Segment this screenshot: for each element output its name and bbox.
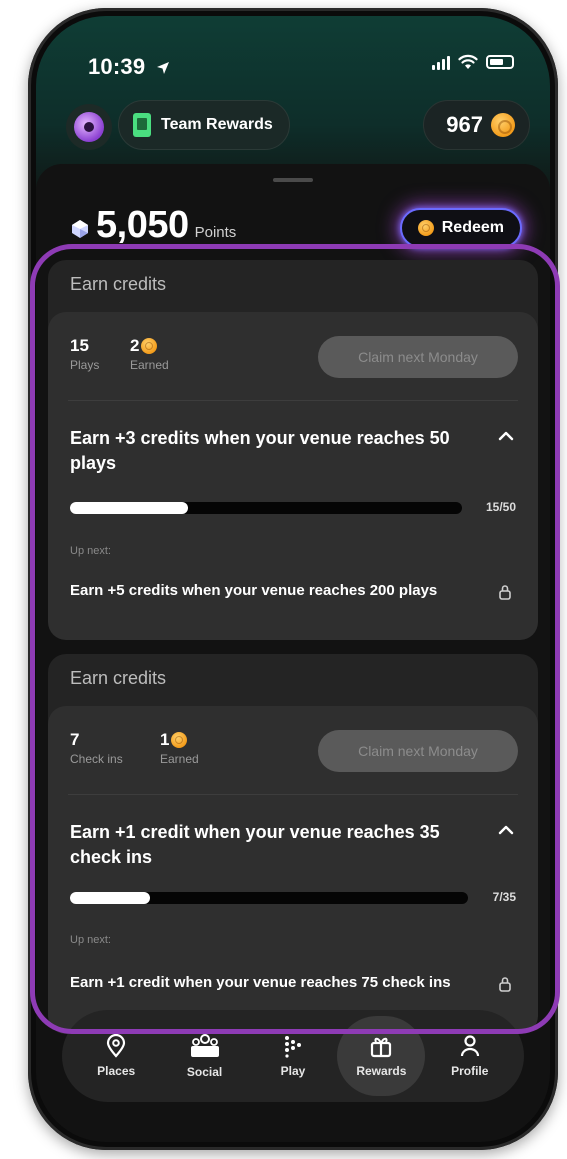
status-time: 10:39 bbox=[88, 54, 170, 80]
earned-count: 2 bbox=[130, 336, 140, 355]
progress-fill bbox=[70, 502, 188, 514]
earned-stat: 2 Earned bbox=[130, 336, 169, 372]
wifi-icon bbox=[458, 54, 478, 69]
claim-button[interactable]: Claim next Monday bbox=[318, 730, 518, 772]
progress-bar bbox=[70, 892, 468, 904]
points-label: Points bbox=[194, 224, 237, 241]
next-goal-text: Earn +1 credit when your venue reaches 7… bbox=[70, 974, 451, 991]
screen: 10:39 Team Rewards 967 5,050 Points Rede… bbox=[36, 16, 550, 1142]
tab-label: Places bbox=[97, 1064, 136, 1078]
current-goal-text: Earn +1 credit when your venue reaches 3… bbox=[70, 822, 440, 867]
coin-balance-value: 967 bbox=[446, 112, 483, 137]
rewards-sheet: 5,050 Points Redeem Earn credits 15 Play… bbox=[36, 164, 550, 1142]
social-beta-icon bbox=[190, 1034, 219, 1057]
coin-icon bbox=[491, 113, 515, 137]
play-dots-icon bbox=[284, 1036, 301, 1058]
points-summary: 5,050 Points bbox=[70, 204, 236, 247]
earned-label: Earned bbox=[130, 358, 169, 372]
card-title: Earn credits bbox=[70, 668, 167, 688]
lock-icon bbox=[499, 585, 511, 600]
tab-label: Profile bbox=[451, 1064, 489, 1078]
progress-count: 7/35 bbox=[492, 890, 516, 904]
chevron-up-icon[interactable] bbox=[498, 428, 514, 444]
earned-label: Earned bbox=[160, 752, 199, 766]
avatar-icon bbox=[74, 112, 104, 142]
person-icon bbox=[460, 1035, 479, 1057]
card-body: 7 Check ins 1 Earned Claim next Monday E… bbox=[48, 706, 538, 1034]
coin-icon bbox=[141, 338, 158, 354]
status-icons bbox=[432, 54, 514, 70]
current-goal-text: Earn +3 credits when your venue reaches … bbox=[70, 428, 450, 473]
plays-count: 15 bbox=[70, 336, 89, 355]
up-next-label: Up next: bbox=[70, 934, 111, 946]
divider bbox=[68, 400, 518, 401]
divider bbox=[68, 794, 518, 795]
tab-play[interactable]: Play bbox=[249, 1016, 337, 1096]
gem-icon bbox=[72, 220, 88, 238]
phone-frame: 10:39 Team Rewards 967 5,050 Points Rede… bbox=[28, 8, 558, 1150]
progress-fill bbox=[70, 892, 150, 904]
sheet-drag-handle[interactable] bbox=[273, 178, 313, 182]
checkins-label: Check ins bbox=[70, 752, 123, 766]
avatar[interactable] bbox=[66, 104, 112, 150]
earned-stat: 1 Earned bbox=[160, 730, 199, 766]
card-body: 15 Plays 2 Earned Claim next Monday Earn… bbox=[48, 312, 538, 640]
plays-label: Plays bbox=[70, 358, 100, 372]
team-card-icon bbox=[133, 113, 151, 137]
earn-credits-plays-card: Earn credits 15 Plays 2 Earned Claim nex… bbox=[48, 260, 538, 640]
tab-label: Play bbox=[280, 1064, 306, 1078]
redeem-label: Redeem bbox=[441, 219, 504, 236]
checkins-count: 7 bbox=[70, 730, 80, 749]
tab-profile[interactable]: Profile bbox=[426, 1016, 514, 1096]
plays-stat: 15 Plays bbox=[70, 336, 99, 372]
bottom-tab-bar: Places Social Play Rewards Profile bbox=[62, 1010, 524, 1102]
redeem-button[interactable]: Redeem bbox=[399, 208, 522, 248]
up-next-label: Up next: bbox=[70, 545, 111, 557]
checkins-stat: 7 Check ins bbox=[70, 730, 123, 766]
earn-credits-checkins-card: Earn credits 7 Check ins 1 Earned Claim … bbox=[48, 654, 538, 1034]
coin-balance[interactable]: 967 bbox=[423, 100, 530, 150]
chevron-up-icon[interactable] bbox=[498, 822, 514, 838]
claim-button[interactable]: Claim next Monday bbox=[318, 336, 518, 378]
tab-label: Rewards bbox=[356, 1064, 407, 1078]
points-value: 5,050 bbox=[96, 204, 189, 246]
tab-label: Social bbox=[186, 1065, 223, 1079]
next-goal-text: Earn +5 credits when your venue reaches … bbox=[70, 582, 438, 599]
card-title: Earn credits bbox=[70, 274, 167, 294]
lock-icon bbox=[499, 977, 511, 992]
tab-social[interactable]: Social bbox=[161, 1016, 249, 1096]
progress-bar bbox=[70, 502, 462, 514]
location-pin-icon bbox=[107, 1034, 126, 1058]
battery-icon bbox=[486, 55, 514, 69]
team-rewards-button[interactable]: Team Rewards bbox=[118, 100, 290, 150]
team-rewards-label: Team Rewards bbox=[161, 116, 273, 133]
coin-icon bbox=[417, 220, 434, 236]
tab-rewards[interactable]: Rewards bbox=[337, 1016, 426, 1096]
earned-count: 1 bbox=[160, 730, 170, 749]
location-arrow-icon bbox=[156, 62, 169, 75]
signal-icon bbox=[432, 54, 450, 70]
coin-icon bbox=[171, 732, 188, 748]
gift-icon bbox=[371, 1037, 392, 1058]
tab-places[interactable]: Places bbox=[72, 1016, 160, 1096]
progress-count: 15/50 bbox=[485, 500, 516, 514]
